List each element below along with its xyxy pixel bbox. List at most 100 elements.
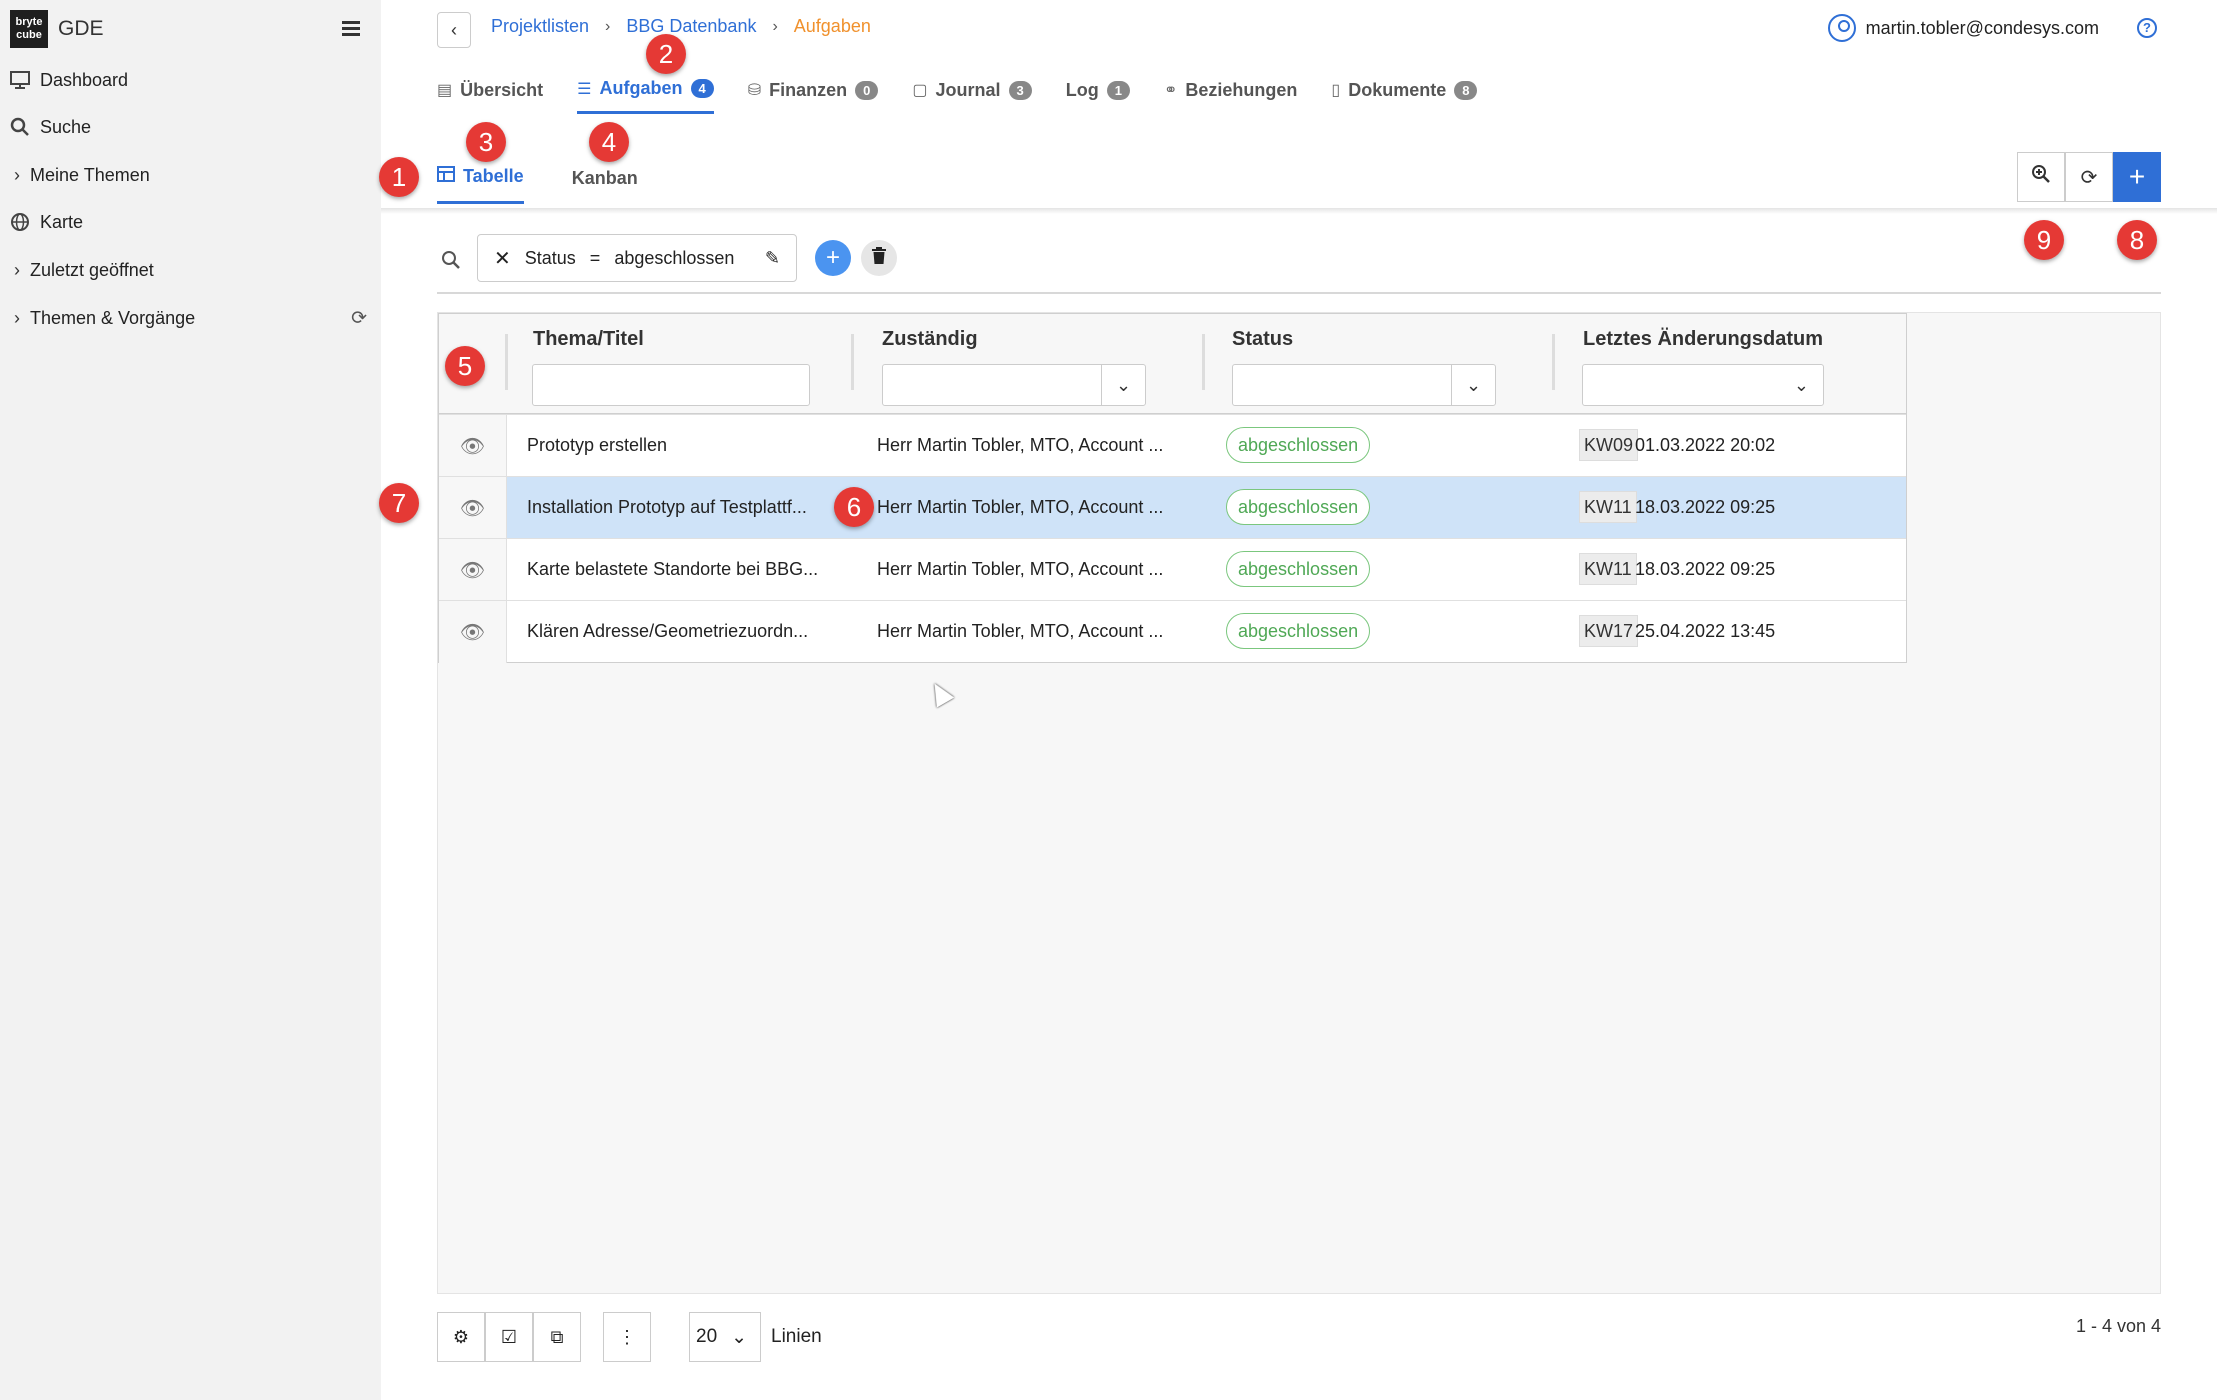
filter-bar: ✕ Status = abgeschlossen ✎ +: [437, 234, 2161, 294]
title-filter-input[interactable]: [532, 364, 810, 406]
tab-beziehungen[interactable]: ⚭ Beziehungen: [1164, 76, 1297, 114]
tab-journal[interactable]: ▢ Journal 3: [912, 76, 1032, 114]
select-button[interactable]: ☑: [485, 1312, 533, 1362]
table-row[interactable]: 👁 Karte belastete Standorte bei BBG... H…: [439, 538, 1906, 601]
copy-button[interactable]: ⧉: [533, 1312, 581, 1362]
sidebar-item-themen-vorgaenge[interactable]: › Themen & Vorgänge ⟳: [0, 298, 381, 338]
tab-log[interactable]: Log 1: [1066, 76, 1130, 114]
data-grid: Thema/Titel Zuständig ⌄ Status ⌄ Letztes…: [438, 313, 1907, 663]
column-header-date[interactable]: Letztes Änderungsdatum: [1583, 328, 1823, 351]
annotation-marker: 7: [379, 483, 419, 523]
status-badge: abgeschlossen: [1226, 427, 1371, 463]
annotation-marker: 9: [2024, 220, 2064, 260]
add-filter-button[interactable]: +: [815, 240, 851, 276]
cell-date: 01.03.2022 20:02: [1635, 435, 1776, 455]
date-filter-select[interactable]: ⌄: [1582, 364, 1824, 406]
breadcrumb-link-projektlisten[interactable]: Projektlisten: [491, 16, 589, 37]
tab-label: Übersicht: [460, 79, 544, 100]
annotation-marker: 5: [445, 346, 485, 386]
task-list-icon: ☰: [577, 80, 592, 98]
view-row-button[interactable]: 👁: [439, 477, 507, 539]
column-separator[interactable]: [505, 334, 508, 390]
sidebar-item-zuletzt-geoeffnet[interactable]: › Zuletzt geöffnet: [0, 250, 381, 290]
status-filter-select[interactable]: ⌄: [1232, 364, 1496, 406]
app-header: bryte cube GDE: [10, 10, 370, 48]
user-menu[interactable]: martin.tobler@condesys.com: [1827, 14, 2099, 42]
remove-filter-icon[interactable]: ✕: [494, 246, 511, 271]
settings-button[interactable]: ⚙: [437, 1312, 485, 1362]
view-row-button[interactable]: 👁: [439, 601, 507, 663]
sidebar-item-karte[interactable]: Karte: [0, 202, 381, 242]
tab-finanzen[interactable]: ⛁ Finanzen 0: [748, 76, 879, 114]
tab-uebersicht[interactable]: ▤ Übersicht: [437, 76, 543, 114]
main-content: ‹ Projektlisten › BBG Datenbank › Aufgab…: [381, 0, 2217, 1400]
hamburger-menu-icon[interactable]: [340, 18, 362, 40]
monitor-icon: [0, 71, 40, 89]
back-button[interactable]: ‹: [437, 12, 471, 48]
sidebar-item-dashboard[interactable]: Dashboard: [0, 60, 381, 100]
chevron-down-icon[interactable]: ⌄: [1101, 365, 1145, 405]
tab-aufgaben[interactable]: ☰ Aufgaben 4: [577, 76, 714, 114]
chevron-down-icon[interactable]: ⌄: [1794, 375, 1809, 396]
table-row[interactable]: 👁 Klären Adresse/Geometriezuordn... Herr…: [439, 600, 1906, 663]
cell-date: 18.03.2022 09:25: [1635, 497, 1776, 517]
week-badge: KW09: [1579, 429, 1639, 461]
more-vertical-icon: ⋮: [618, 1326, 636, 1347]
eye-icon: 👁: [459, 497, 486, 520]
column-header-assignee[interactable]: Zuständig: [882, 328, 978, 351]
edit-filter-icon[interactable]: ✎: [765, 248, 780, 269]
breadcrumb: Projektlisten › BBG Datenbank › Aufgaben: [491, 16, 871, 37]
view-row-button[interactable]: 👁: [439, 415, 507, 477]
annotation-marker: 3: [466, 122, 506, 162]
status-badge: abgeschlossen: [1226, 551, 1371, 587]
tab-label: Journal: [935, 79, 1001, 100]
money-icon: ⛁: [747, 82, 762, 99]
subtab-label: Tabelle: [463, 166, 524, 186]
page-size-select[interactable]: 20 ⌄: [689, 1312, 761, 1362]
search-icon: [0, 117, 40, 137]
globe-icon: [0, 212, 40, 232]
sidebar-item-label: Zuletzt geöffnet: [30, 259, 154, 280]
subtab-kanban[interactable]: Kanban: [572, 160, 638, 204]
more-options-button[interactable]: ⋮: [603, 1312, 651, 1362]
annotation-marker: 6: [834, 487, 874, 527]
sidebar-item-suche[interactable]: Suche: [0, 107, 381, 147]
add-button[interactable]: +: [2113, 152, 2161, 202]
sidebar-item-meine-themen[interactable]: › Meine Themen: [0, 155, 381, 195]
count-badge: 8: [1454, 80, 1478, 100]
chevron-down-icon[interactable]: ⌄: [1451, 365, 1495, 405]
annotation-marker: 8: [2117, 220, 2157, 260]
header-divider: [381, 208, 2217, 214]
tab-bar: ▤ Übersicht ☰ Aufgaben 4 ⛁ Finanzen 0 ▢ Journa…: [437, 76, 1478, 114]
column-separator[interactable]: [851, 334, 854, 390]
table-row[interactable]: 👁 Prototyp erstellen Herr Martin Tobler,…: [439, 414, 1906, 477]
column-separator[interactable]: [1202, 334, 1205, 390]
breadcrumb-link-bbg-datenbank[interactable]: BBG Datenbank: [626, 16, 756, 37]
record-count: 1 - 4 von 4: [2075, 1316, 2161, 1336]
annotation-marker: 2: [646, 34, 686, 74]
filter-operator: =: [589, 247, 601, 268]
status-badge: abgeschlossen: [1226, 613, 1371, 649]
tab-dokumente[interactable]: ▯ Dokumente 8: [1331, 76, 1478, 114]
subtab-tabelle[interactable]: Tabelle: [437, 160, 524, 204]
table-row[interactable]: 👁 Installation Prototyp auf Testplattf..…: [439, 476, 1906, 539]
refresh-icon[interactable]: ⟳: [351, 307, 367, 330]
delete-filter-button[interactable]: [861, 240, 897, 276]
link-icon: ⚭: [1164, 82, 1178, 99]
zoom-button[interactable]: [2017, 152, 2065, 202]
grid-header: Thema/Titel Zuständig ⌄ Status ⌄ Letztes…: [439, 314, 1906, 414]
count-badge: 0: [855, 80, 879, 100]
zoom-in-icon: [2031, 164, 2051, 190]
column-header-status[interactable]: Status: [1232, 328, 1293, 351]
filter-chip[interactable]: ✕ Status = abgeschlossen ✎: [477, 234, 797, 282]
column-header-title[interactable]: Thema/Titel: [533, 328, 644, 351]
status-badge: abgeschlossen: [1226, 489, 1371, 525]
column-separator[interactable]: [1552, 334, 1555, 390]
cell-assignee: Herr Martin Tobler, MTO, Account ...: [877, 621, 1164, 641]
cell-assignee: Herr Martin Tobler, MTO, Account ...: [877, 559, 1164, 579]
assignee-filter-select[interactable]: ⌄: [882, 364, 1146, 406]
refresh-button[interactable]: ⟳: [2065, 152, 2113, 202]
table-icon: [437, 166, 455, 187]
view-row-button[interactable]: 👁: [439, 539, 507, 601]
help-icon[interactable]: ?: [2137, 18, 2157, 38]
